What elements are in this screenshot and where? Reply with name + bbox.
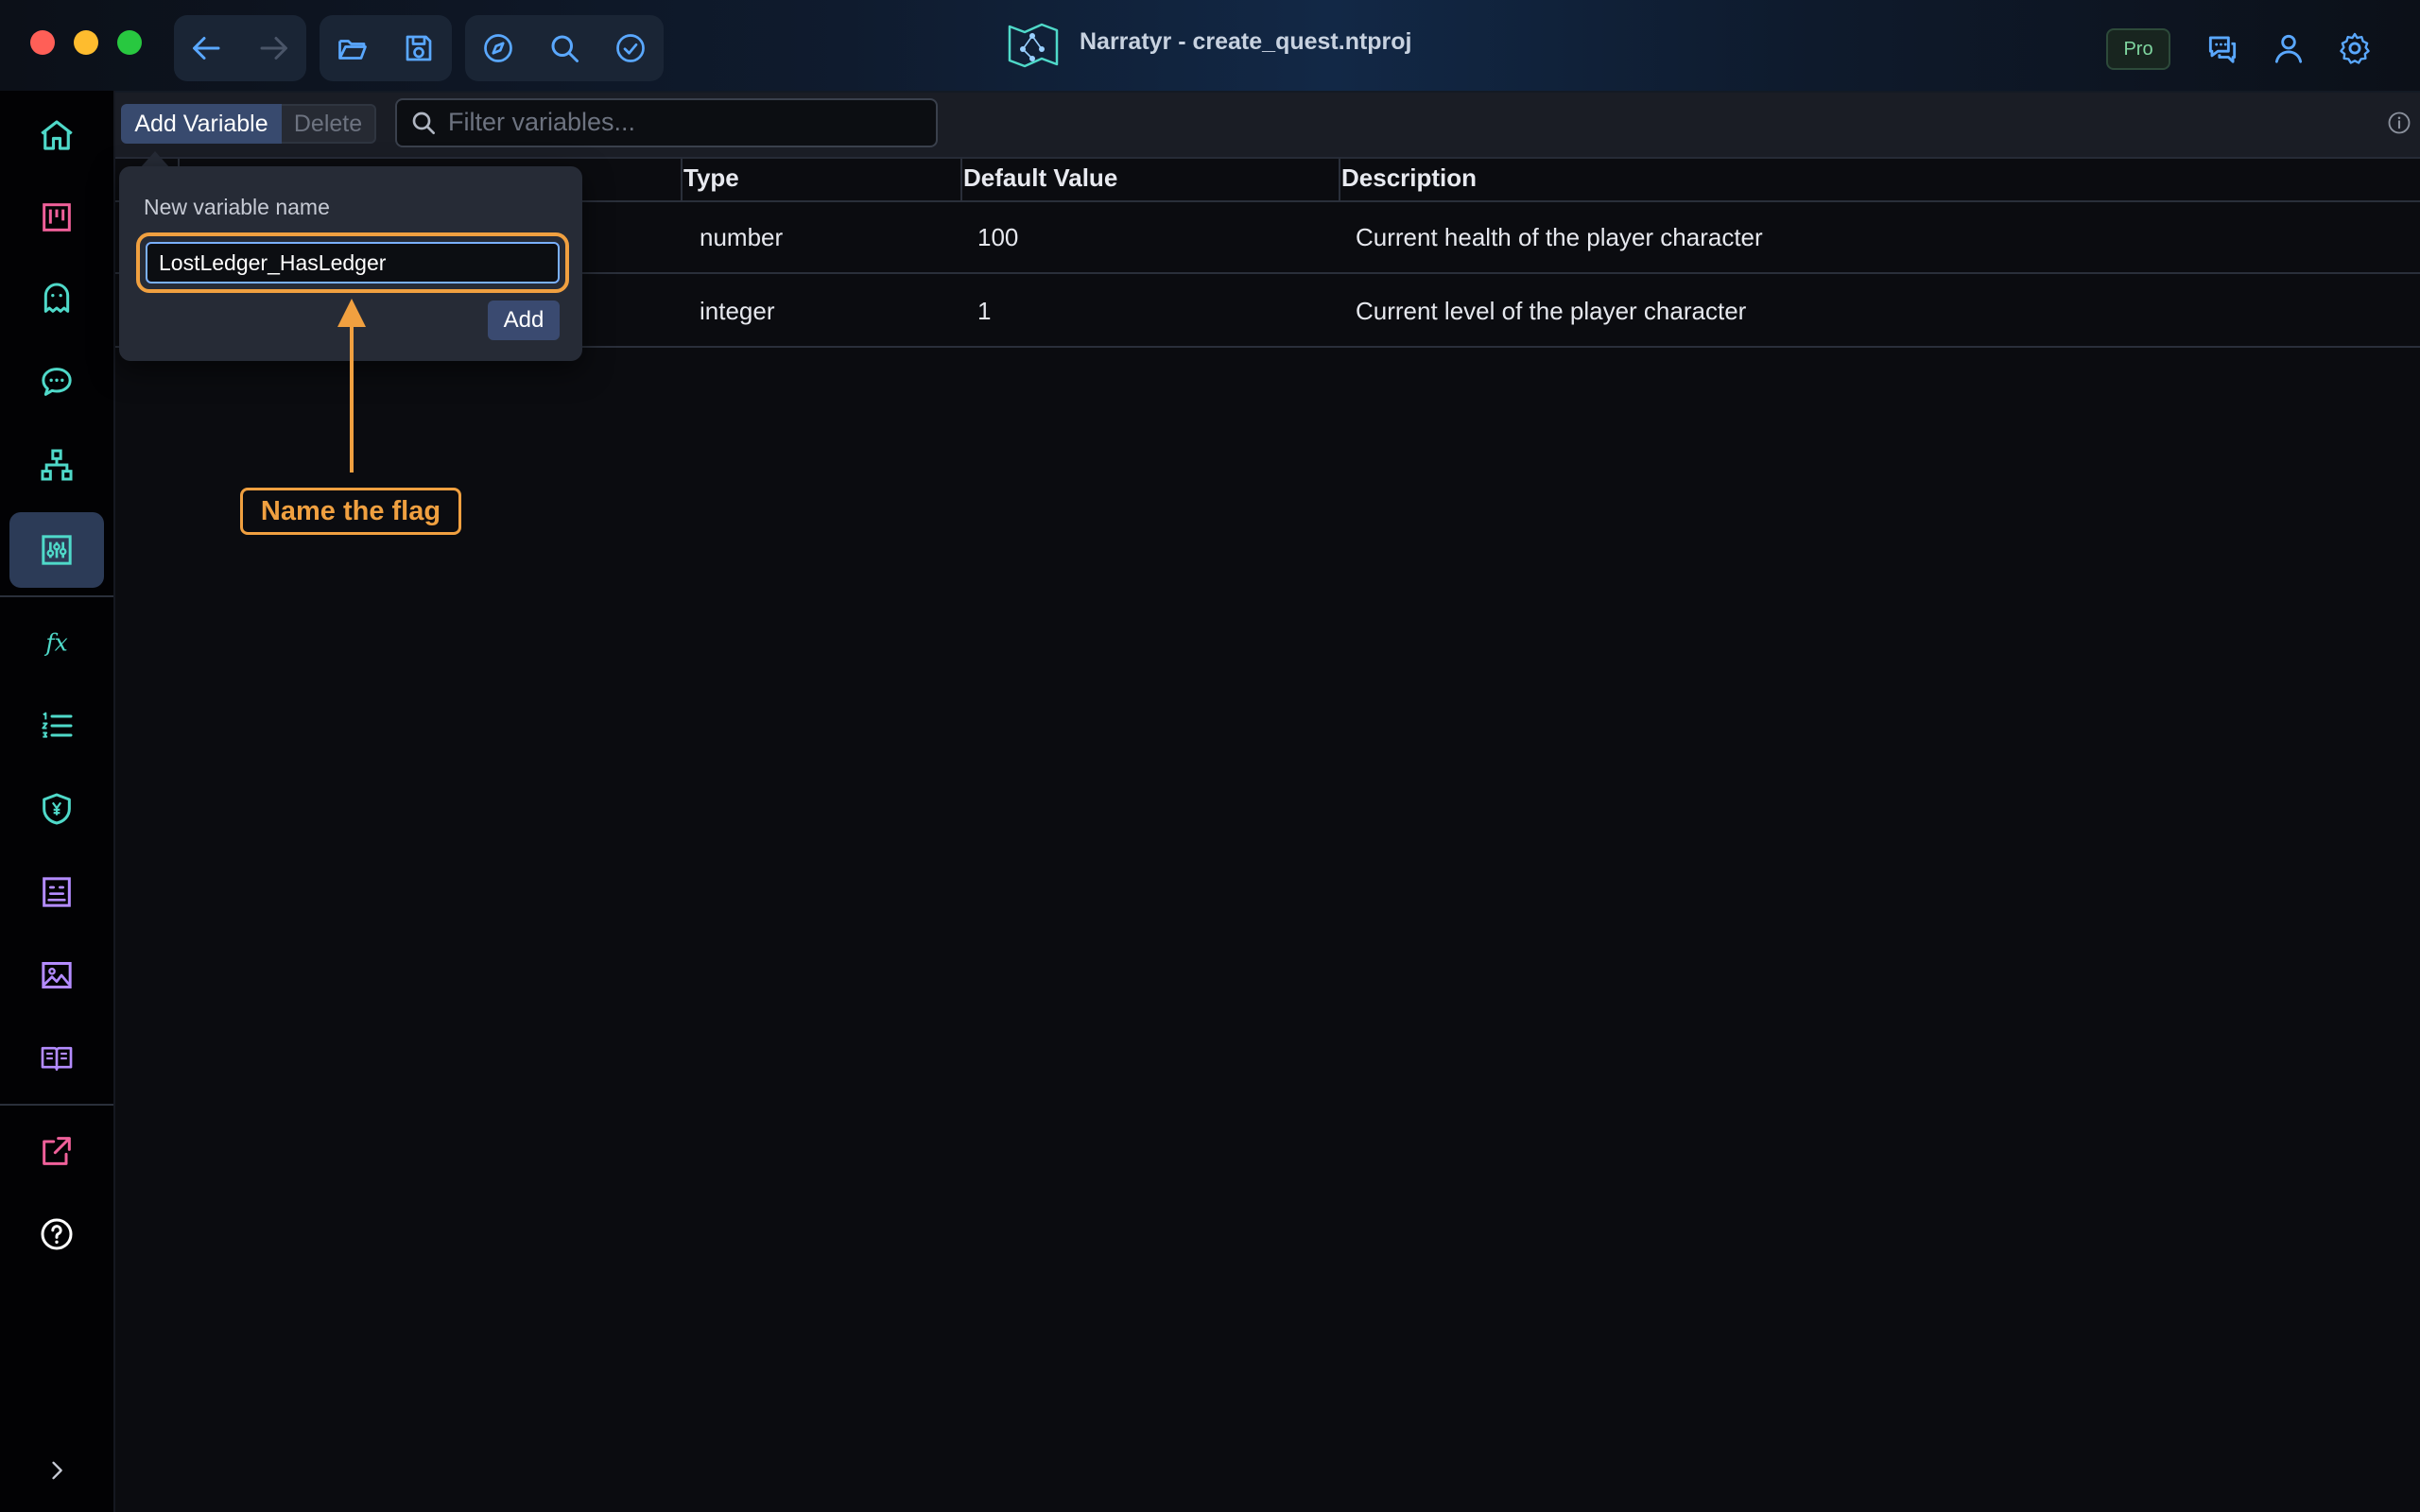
gear-icon <box>2340 32 2370 64</box>
validate-button[interactable] <box>597 15 664 81</box>
hierarchy-icon <box>41 449 73 481</box>
sliders-icon <box>42 535 72 565</box>
column-divider[interactable] <box>681 159 683 200</box>
document-icon <box>43 877 71 907</box>
user-icon <box>2274 34 2303 63</box>
sidebar-item-dialogues[interactable] <box>9 344 104 420</box>
row-description: Current health of the player character <box>1356 223 1763 251</box>
zoom-window-button[interactable] <box>117 30 142 55</box>
book-icon <box>41 1046 73 1071</box>
arrow-left-icon <box>193 37 220 60</box>
filter-placeholder: Filter variables... <box>448 108 636 136</box>
row-default-value: 100 <box>977 223 1019 251</box>
ghost-icon <box>43 283 70 313</box>
help-icon <box>41 1218 73 1250</box>
board-icon <box>43 203 71 232</box>
sidebar-item-help[interactable] <box>9 1196 104 1272</box>
column-header-default-value[interactable]: Default Value <box>963 163 1117 193</box>
row-default-value: 1 <box>977 297 992 325</box>
pro-badge[interactable]: Pro <box>2106 28 2170 70</box>
annotation-callout: Name the flag <box>240 488 461 535</box>
folder-open-icon <box>338 40 367 60</box>
image-icon <box>42 962 72 988</box>
new-variable-label: New variable name <box>144 195 330 219</box>
account-button[interactable] <box>2256 15 2322 81</box>
row-type: number <box>700 223 784 251</box>
sidebar-item-characters[interactable] <box>9 261 104 336</box>
sidebar-item-export[interactable] <box>9 1113 104 1189</box>
sidebar-item-assets[interactable] <box>9 937 104 1013</box>
export-icon <box>43 1137 71 1165</box>
sidebar-item-board[interactable] <box>9 180 104 255</box>
sidebar-item-variables[interactable] <box>9 512 104 588</box>
list-icon <box>42 712 73 738</box>
check-circle-icon <box>616 34 645 62</box>
add-variable-button[interactable]: Add Variable <box>121 104 282 144</box>
column-header-description[interactable]: Description <box>1341 163 1477 193</box>
column-divider[interactable] <box>960 159 962 200</box>
search-icon <box>551 35 579 62</box>
sidebar-item-list[interactable] <box>9 688 104 764</box>
svg-text:fx: fx <box>43 628 67 656</box>
search-icon <box>408 108 439 138</box>
close-window-button[interactable] <box>30 30 55 55</box>
row-type: integer <box>700 297 775 325</box>
compass-icon <box>484 34 512 62</box>
sidebar-item-glossary[interactable] <box>9 1021 104 1096</box>
column-divider[interactable] <box>1339 159 1340 200</box>
variable-name-input[interactable] <box>146 242 560 284</box>
sidebar-item-economy[interactable] <box>9 771 104 847</box>
open-button[interactable] <box>320 15 386 81</box>
save-button[interactable] <box>386 15 452 81</box>
confirm-add-button[interactable]: Add <box>488 301 560 340</box>
sidebar-item-flow[interactable] <box>9 427 104 503</box>
home-icon <box>41 120 73 150</box>
sidebar-divider <box>0 1104 113 1106</box>
sidebar-item-functions[interactable]: fx <box>9 605 104 680</box>
save-icon <box>406 35 432 61</box>
sidebar-divider <box>0 595 113 597</box>
annotation-arrow <box>335 299 369 472</box>
column-header-type[interactable]: Type <box>683 163 739 193</box>
search-button[interactable] <box>531 15 597 81</box>
minimize-window-button[interactable] <box>74 30 98 55</box>
info-icon[interactable] <box>2386 110 2412 136</box>
forward-button[interactable] <box>240 15 306 81</box>
window-title: Narratyr - create_quest.ntproj <box>1080 28 1412 55</box>
chat-icon <box>42 368 72 396</box>
function-icon: fx <box>43 628 67 656</box>
app-logo-icon <box>1004 19 1063 72</box>
sidebar-item-home[interactable] <box>9 97 104 173</box>
feedback-button[interactable] <box>2189 15 2256 81</box>
sidebar-item-documents[interactable] <box>9 854 104 930</box>
chevron-right-icon <box>52 1461 62 1480</box>
delete-variable-button[interactable]: Delete <box>282 104 376 144</box>
row-description: Current level of the player character <box>1356 297 1747 325</box>
navigate-button[interactable] <box>465 15 531 81</box>
back-button[interactable] <box>174 15 240 81</box>
settings-button[interactable] <box>2322 15 2388 81</box>
sidebar-expand-button[interactable] <box>9 1433 104 1508</box>
chat-bubbles-icon <box>2208 36 2237 63</box>
shield-yen-icon <box>43 793 71 825</box>
arrow-right-icon <box>260 37 287 60</box>
